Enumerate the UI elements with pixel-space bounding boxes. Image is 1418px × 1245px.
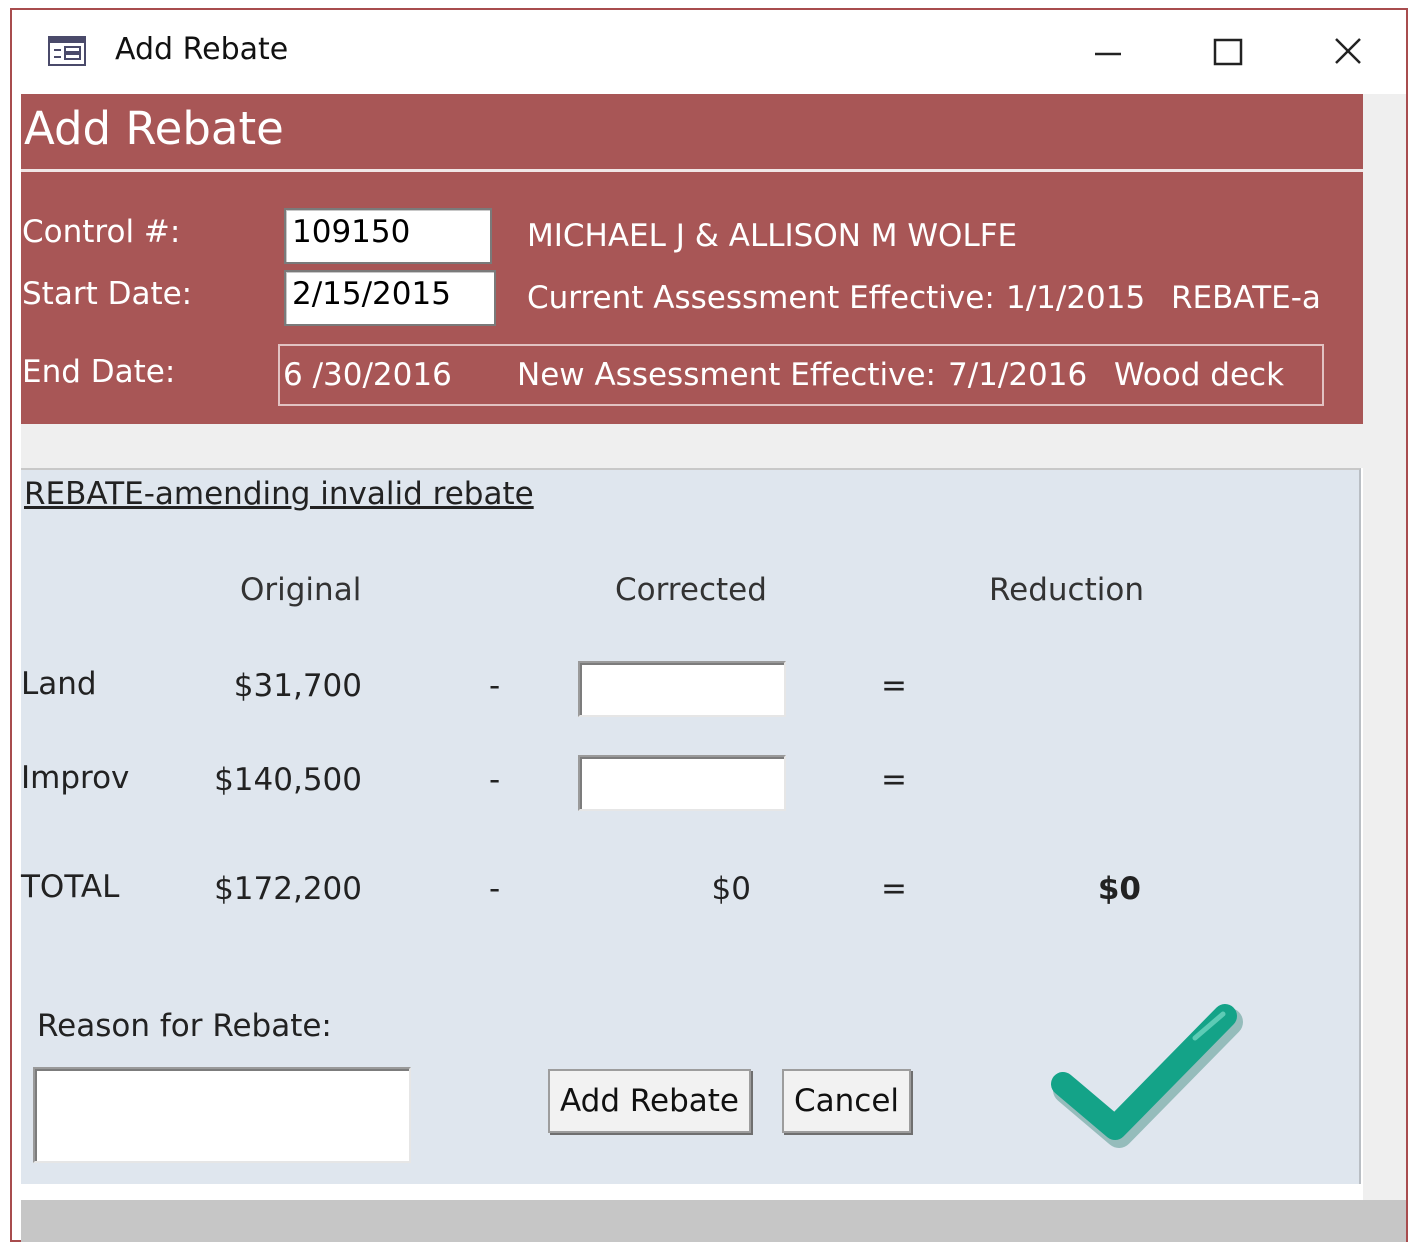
land-equals: = (881, 668, 907, 704)
total-original: $172,200 (214, 871, 362, 907)
close-icon (1335, 38, 1361, 64)
end-date-value: 6 /30/2016 (283, 357, 452, 393)
land-minus: - (489, 668, 501, 704)
rebate-detail-panel: REBATE-amending invalid rebate Original … (21, 468, 1361, 1184)
control-label: Control #: (22, 214, 181, 250)
total-minus: - (489, 871, 501, 907)
start-date-field[interactable]: 2/15/2015 (284, 270, 496, 326)
total-corrected: $0 (711, 871, 751, 907)
improv-label: Improv (21, 760, 130, 796)
current-assessment-note: REBATE-a (1171, 280, 1321, 316)
improv-minus: - (489, 762, 501, 798)
add-rebate-window: Add Rebate Add Rebate Control #: 109150 … (10, 8, 1408, 1242)
start-date-label: Start Date: (22, 276, 193, 312)
current-assessment-date: 1/1/2015 (1006, 280, 1146, 316)
status-bar (21, 1200, 1406, 1242)
maximize-button[interactable] (1192, 24, 1262, 80)
current-assessment-label: Current Assessment Effective: (527, 280, 995, 316)
new-assessment-note: Wood deck (1114, 357, 1285, 393)
land-original: $31,700 (233, 668, 362, 704)
checkmark-icon (1045, 998, 1255, 1158)
reason-label: Reason for Rebate: (37, 1008, 332, 1044)
total-label: TOTAL (21, 869, 120, 905)
window-title: Add Rebate (115, 32, 289, 67)
minimize-icon (1095, 52, 1121, 56)
form-icon (48, 36, 86, 66)
improv-original: $140,500 (214, 762, 362, 798)
form-gap (21, 424, 1363, 468)
maximize-icon (1213, 38, 1243, 66)
land-label: Land (21, 666, 97, 702)
header-divider (21, 169, 1363, 172)
owner-name: MICHAEL J & ALLISON M WOLFE (527, 218, 1018, 254)
total-equals: = (881, 871, 907, 907)
reason-input[interactable] (33, 1067, 411, 1163)
form-title: Add Rebate (24, 102, 284, 155)
close-button[interactable] (1312, 24, 1382, 80)
corrected-column-header: Corrected (615, 572, 767, 608)
add-rebate-button[interactable]: Add Rebate (548, 1069, 751, 1133)
total-reduction: $0 (1097, 871, 1141, 907)
cancel-button[interactable]: Cancel (782, 1069, 911, 1133)
original-column-header: Original (240, 572, 362, 608)
improv-equals: = (881, 762, 907, 798)
improv-corrected-input[interactable] (578, 755, 786, 811)
end-date-label: End Date: (22, 354, 176, 390)
section-title[interactable]: REBATE-amending invalid rebate (24, 476, 534, 512)
title-bar: Add Rebate (12, 10, 1406, 96)
new-assessment-label: New Assessment Effective: (517, 357, 936, 393)
window-side-strip (1363, 94, 1406, 1204)
land-corrected-input[interactable] (578, 661, 786, 717)
new-assessment-date: 7/1/2016 (948, 357, 1088, 393)
control-number-field[interactable]: 109150 (284, 208, 492, 264)
minimize-button[interactable] (1072, 24, 1142, 80)
form-header: Add Rebate Control #: 109150 MICHAEL J &… (21, 94, 1363, 424)
reduction-column-header: Reduction (989, 572, 1144, 608)
